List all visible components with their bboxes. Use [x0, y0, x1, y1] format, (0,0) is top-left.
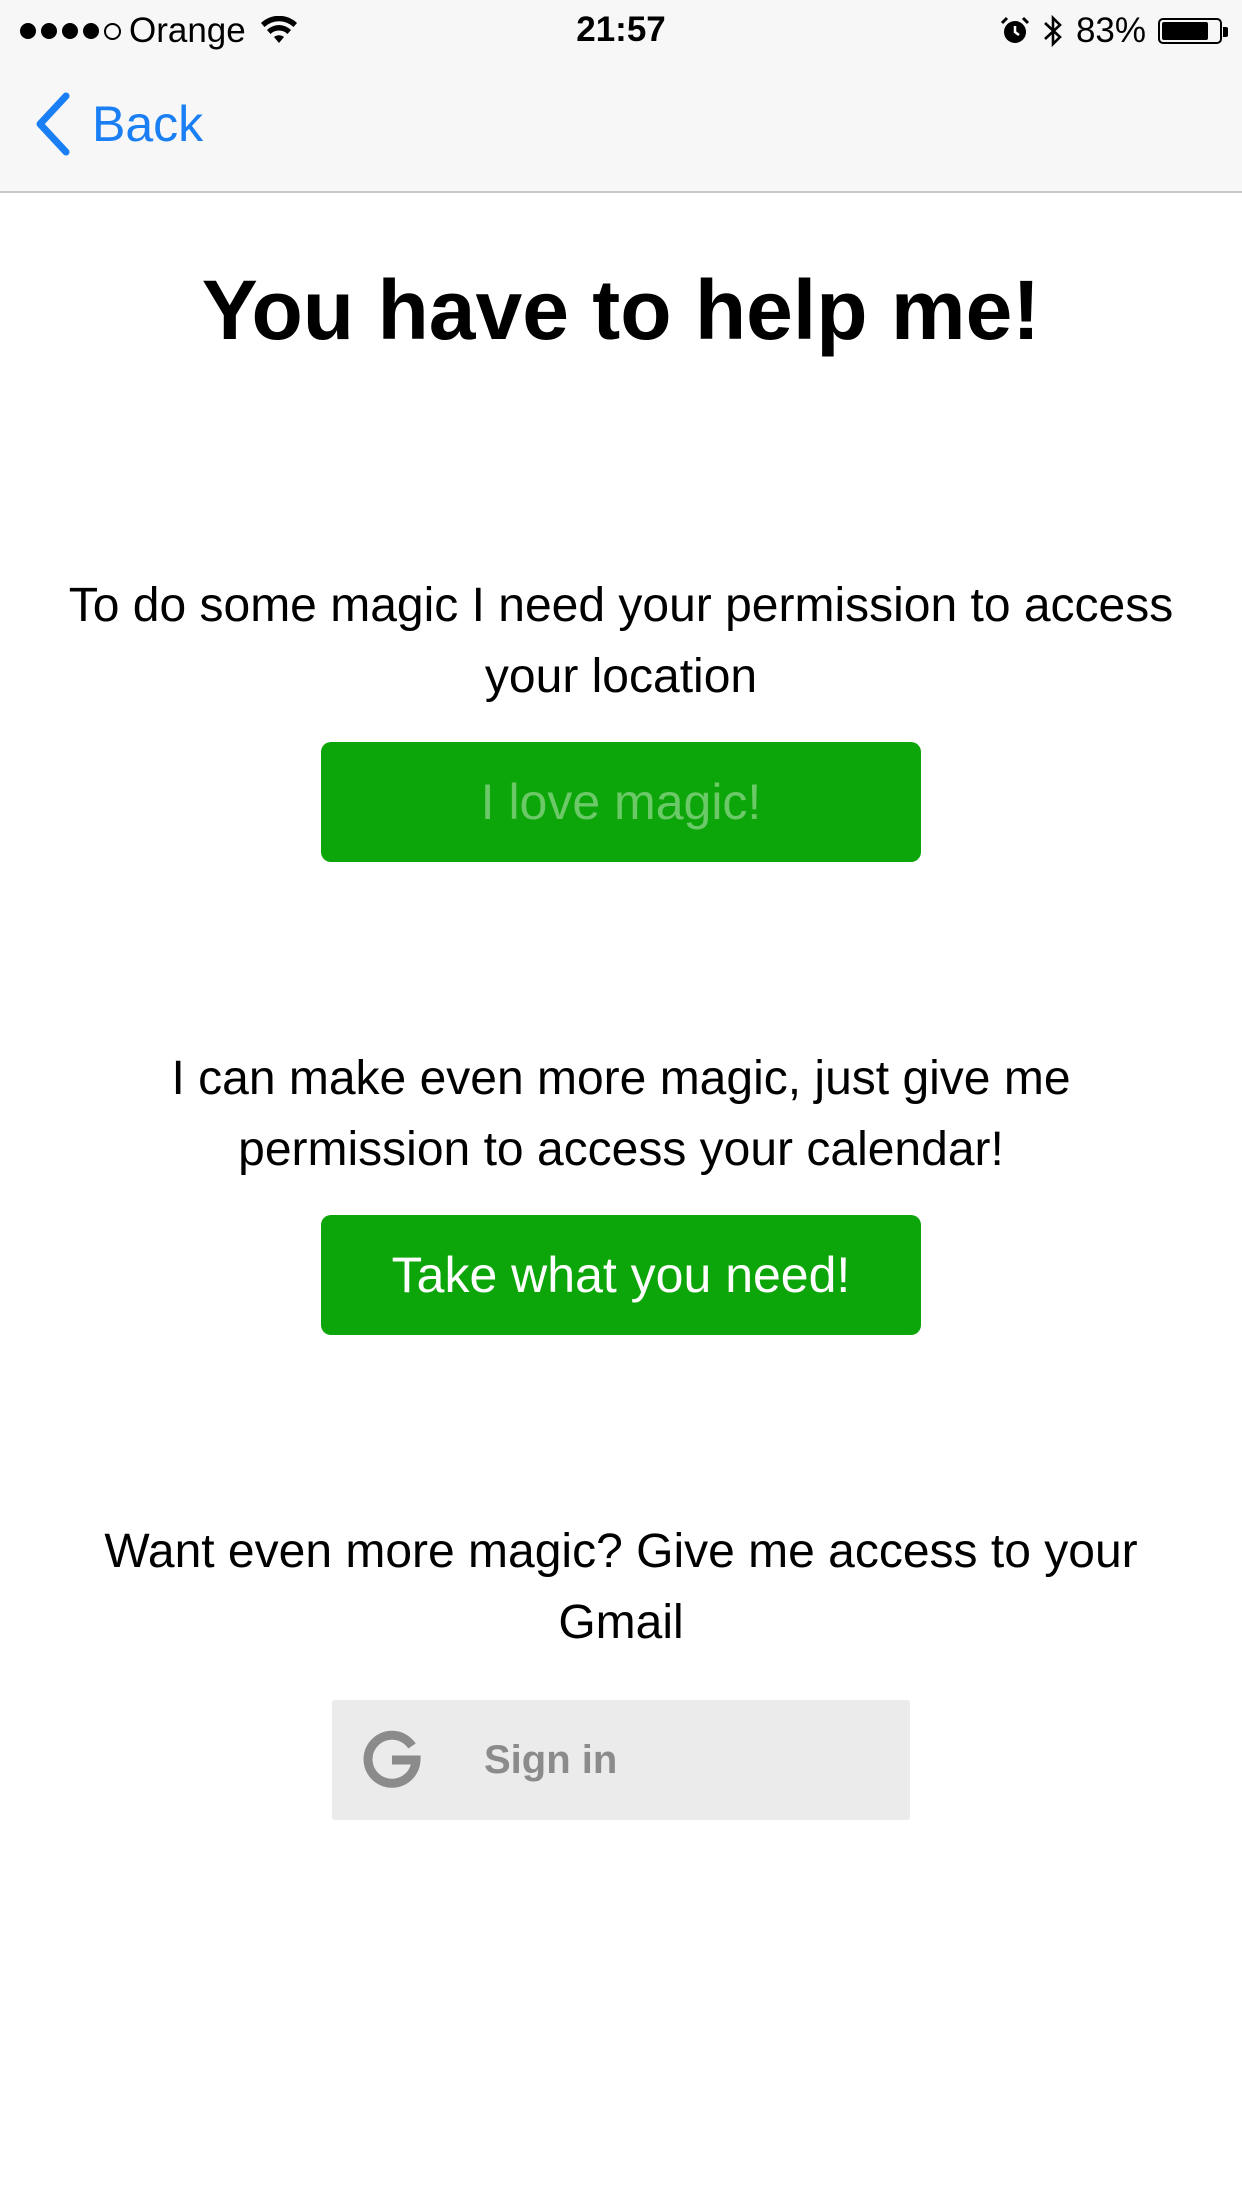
status-bar: Orange 21:57 83% [0, 0, 1242, 62]
page-title: You have to help me! [201, 263, 1041, 357]
chevron-left-icon [36, 92, 70, 156]
calendar-button-label: Take what you need! [391, 1247, 851, 1303]
calendar-permission-text: I can make even more magic, just give me… [171, 1052, 1071, 1176]
alarm-icon [1000, 16, 1029, 43]
bluetooth-icon [1044, 14, 1062, 48]
battery-icon [1158, 18, 1228, 44]
navigation-bar: Orange 21:57 83% Back [0, 0, 1242, 193]
location-permission-text: To do some magic I need your permission … [68, 579, 1174, 703]
back-label: Back [92, 96, 204, 152]
status-right: 83% [1000, 10, 1228, 52]
google-sign-in-button[interactable]: Sign in [332, 1700, 910, 1820]
google-g-icon [363, 1730, 421, 1788]
permissions-screen: Orange 21:57 83% Back You have to help m… [0, 0, 1242, 2208]
sign-in-label: Sign in [484, 1738, 618, 1782]
back-button[interactable]: Back [34, 92, 203, 156]
calendar-permission-button[interactable]: Take what you need! [321, 1215, 921, 1335]
location-permission-button[interactable]: I love magic! [321, 742, 921, 862]
location-button-label: I love magic! [480, 774, 762, 830]
battery-percent: 83% [1075, 11, 1146, 50]
gmail-permission-text: Want even more magic? Give me access to … [104, 1525, 1138, 1649]
